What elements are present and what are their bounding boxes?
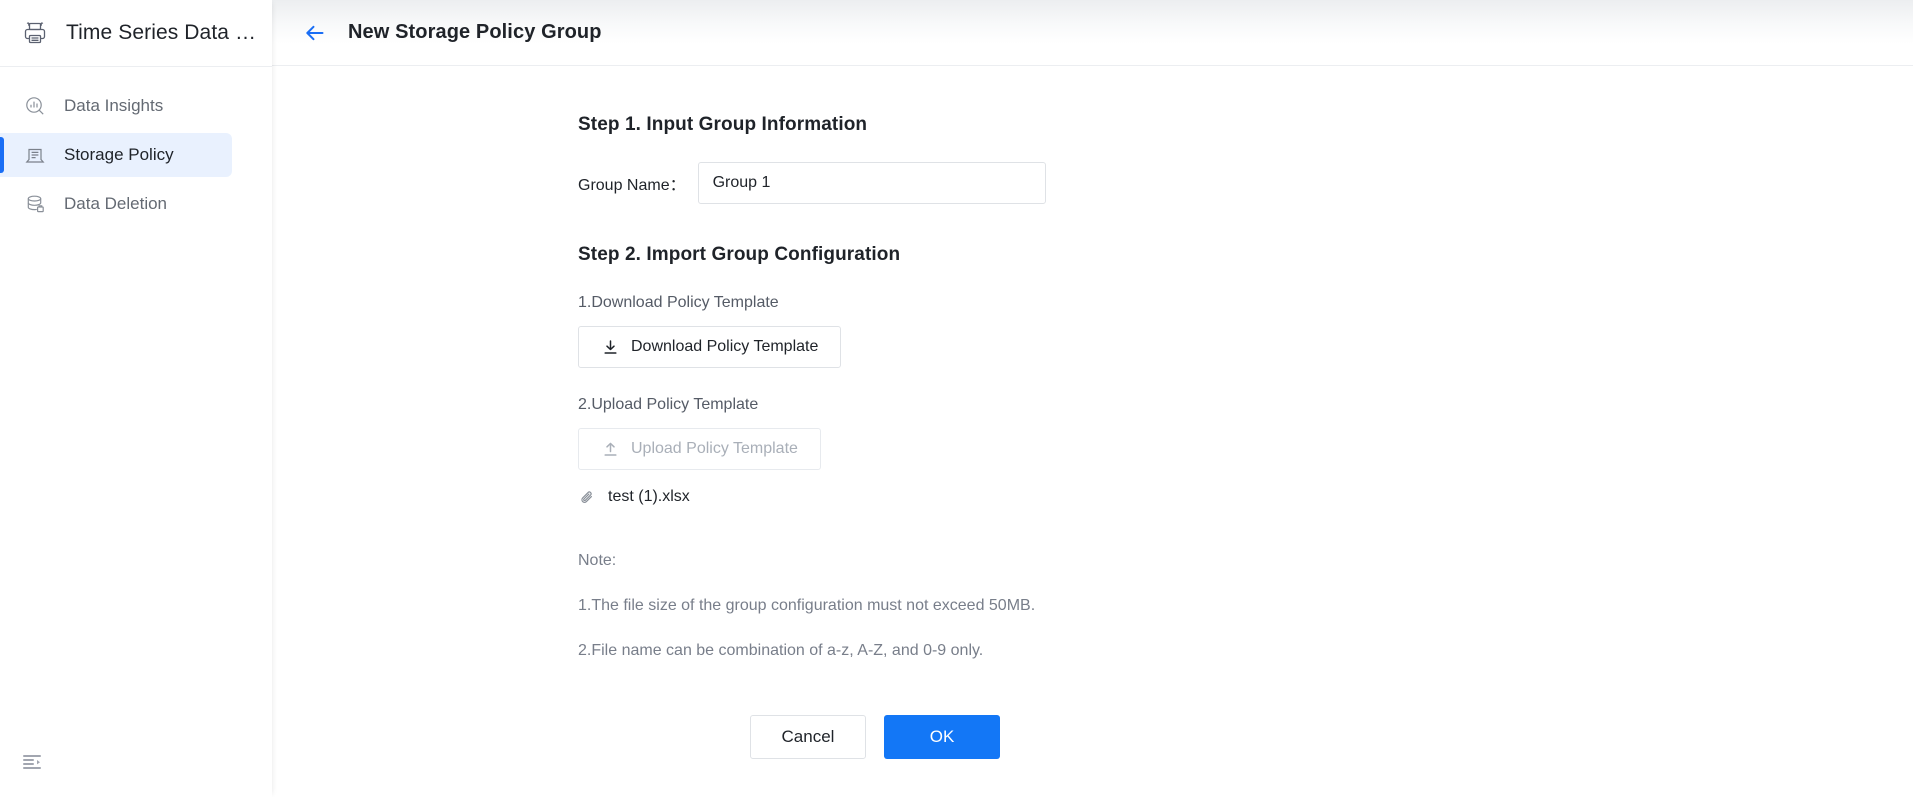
note-line-2: 2.File name can be combination of a-z, A… <box>578 642 1913 660</box>
app-root: Time Series Data … Data Insights <box>0 0 1913 797</box>
cancel-button[interactable]: Cancel <box>750 715 866 759</box>
main-panel: New Storage Policy Group Step 1. Input G… <box>272 0 1913 797</box>
group-name-input[interactable] <box>698 162 1046 204</box>
download-step-label: 1.Download Policy Template <box>578 294 1913 312</box>
database-delete-icon <box>24 193 46 215</box>
sidebar-item-data-insights[interactable]: Data Insights <box>0 84 232 128</box>
note-block: Note: 1.The file size of the group confi… <box>578 552 1913 660</box>
group-name-label: Group Name： <box>578 171 686 195</box>
printer-icon <box>20 18 50 48</box>
inbox-tray-icon <box>24 144 46 166</box>
group-name-row: Group Name： <box>578 162 1913 204</box>
upload-icon <box>601 440 619 458</box>
sidebar-nav: Data Insights Storage Policy <box>0 67 272 226</box>
sidebar-item-label: Data Insights <box>64 96 163 116</box>
sidebar-item-label: Storage Policy <box>64 145 174 165</box>
menu-collapse-icon[interactable] <box>20 750 44 774</box>
upload-policy-template-button[interactable]: Upload Policy Template <box>578 428 821 470</box>
brand-title: Time Series Data … <box>66 21 254 45</box>
step1-title: Step 1. Input Group Information <box>578 114 1913 136</box>
sidebar-item-label: Data Deletion <box>64 194 167 214</box>
ok-button[interactable]: OK <box>884 715 1000 759</box>
page-title: New Storage Policy Group <box>348 21 602 44</box>
download-policy-template-label: Download Policy Template <box>631 338 818 356</box>
note-line-1: 1.The file size of the group configurati… <box>578 597 1913 615</box>
paperclip-icon <box>578 488 596 506</box>
step2-title: Step 2. Import Group Configuration <box>578 244 1913 266</box>
content-area: Step 1. Input Group Information Group Na… <box>272 66 1913 797</box>
form-actions: Cancel OK <box>272 715 1913 759</box>
upload-policy-template-label: Upload Policy Template <box>631 440 798 458</box>
sidebar-item-storage-policy[interactable]: Storage Policy <box>0 133 232 177</box>
note-title: Note: <box>578 552 1913 570</box>
arrow-left-icon[interactable] <box>302 20 328 46</box>
download-icon <box>601 338 619 356</box>
sidebar-item-data-deletion[interactable]: Data Deletion <box>0 182 232 226</box>
upload-step-label: 2.Upload Policy Template <box>578 396 1913 414</box>
download-policy-template-button[interactable]: Download Policy Template <box>578 326 841 368</box>
page-header: New Storage Policy Group <box>272 0 1913 66</box>
sidebar: Time Series Data … Data Insights <box>0 0 272 797</box>
uploaded-file-row[interactable]: test (1).xlsx <box>578 488 1913 506</box>
sidebar-footer <box>0 727 272 797</box>
chart-search-icon <box>24 95 46 117</box>
sidebar-brand[interactable]: Time Series Data … <box>0 0 272 66</box>
uploaded-file-name: test (1).xlsx <box>608 488 690 506</box>
